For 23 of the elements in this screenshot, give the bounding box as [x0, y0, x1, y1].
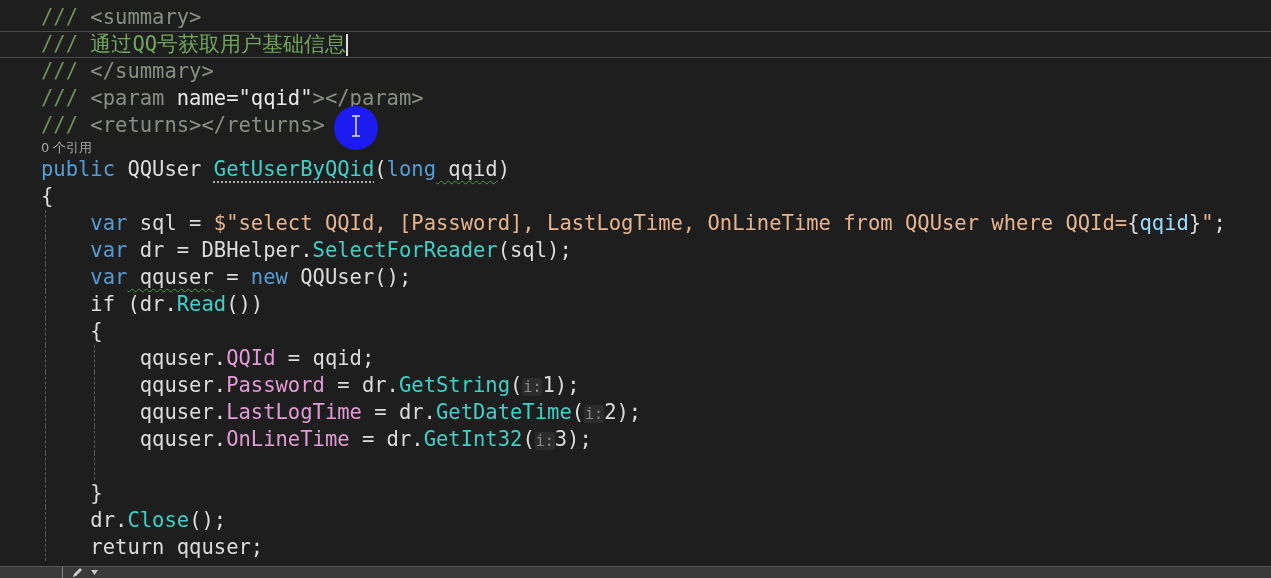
code-line: dr.Close();: [89, 508, 227, 532]
caret-icon[interactable]: [91, 570, 98, 575]
code-line: /// 通过QQ号获取用户基础信息: [41, 32, 347, 56]
code-line: /// </summary>: [41, 59, 214, 83]
code-line: /// <summary>: [41, 5, 202, 29]
code-line: qquser.QQId = qqid;: [138, 346, 375, 370]
pencil-icon[interactable]: [71, 567, 83, 578]
code-line: /// <param name="qqid"></param>: [41, 86, 424, 110]
code-line: {: [89, 319, 103, 343]
code-line: {: [41, 184, 54, 208]
code-line: }: [89, 481, 103, 505]
code-line: /// <returns></returns>: [41, 113, 325, 137]
reference-count[interactable]: 0 个引用: [0, 139, 1271, 156]
code-line: qquser.Password = dr.GetString(i:1);: [138, 373, 580, 397]
code-line: return qquser;: [89, 535, 264, 559]
code-line: qquser.OnLineTime = dr.GetInt32(i:3);: [138, 427, 592, 451]
code-line: public QQUser GetUserByQQid(long qqid): [41, 157, 511, 181]
code-line: var dr = DBHelper.SelectForReader(sql);: [89, 238, 572, 262]
code-line: var sql = $"select QQId, [Password], LastLogTime, OnLineTime from QQUser where QQId={qqid}";: [89, 211, 1226, 235]
code-line: if (dr.Read()): [89, 292, 264, 316]
code-line: var qquser = new QQUser();: [89, 265, 412, 289]
cursor-highlight-icon: [334, 106, 378, 150]
code-line: qquser.LastLogTime = dr.GetDateTime(i:2);: [138, 400, 642, 424]
